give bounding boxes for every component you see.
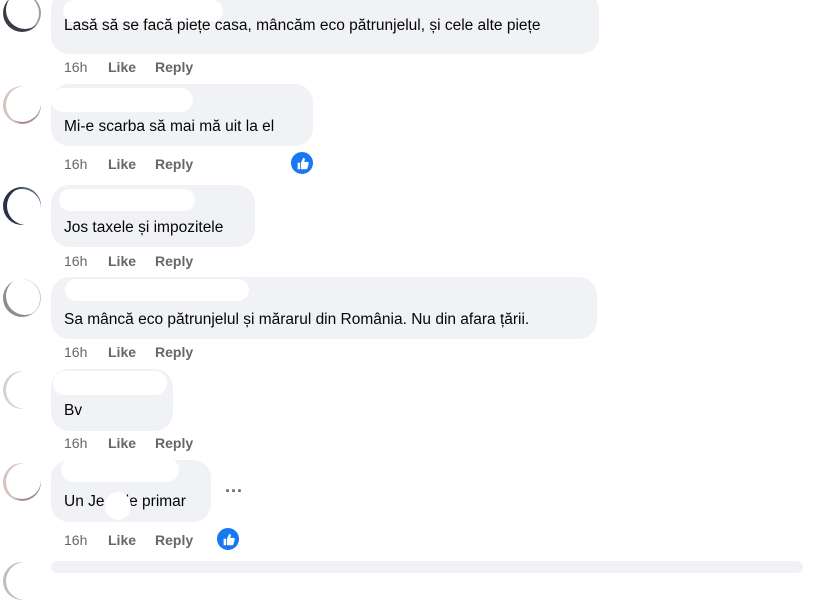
redacted-blot xyxy=(105,492,131,520)
comment-actions: 16h Like Reply xyxy=(64,435,193,451)
comment-bubble: Jos taxele și impozitele xyxy=(51,185,255,247)
reply-button[interactable]: Reply xyxy=(155,344,193,360)
comment-bubble xyxy=(51,561,803,573)
like-button[interactable]: Like xyxy=(108,253,155,269)
reply-button[interactable]: Reply xyxy=(155,59,193,75)
comment-bubble: Sa mâncă eco pătrunjelul și mărarul din … xyxy=(51,277,597,339)
comment-text: Mi-e scarba să mai mă uit la el xyxy=(64,118,275,135)
redacted-name xyxy=(61,458,179,482)
redacted-name xyxy=(65,279,249,301)
like-reaction-icon[interactable] xyxy=(290,151,314,175)
comment-actions: 16h Like Reply xyxy=(64,532,193,548)
like-button[interactable]: Like xyxy=(108,59,155,75)
avatar[interactable] xyxy=(3,371,41,409)
comment-bubble: Lasă să se facă piețe casa, mâncăm eco p… xyxy=(51,0,599,54)
redacted-name xyxy=(51,88,193,112)
comment-text: Jos taxele și impozitele xyxy=(64,219,224,236)
comment-actions: 16h Like Reply xyxy=(64,59,193,75)
comment-bubble: Mi-e scarba să mai mă uit la el xyxy=(51,84,313,146)
comment-bubble: Bv xyxy=(51,369,173,431)
comment-text: Sa mâncă eco pătrunjelul și mărarul din … xyxy=(64,311,530,328)
avatar[interactable] xyxy=(3,562,41,600)
avatar[interactable] xyxy=(3,86,41,124)
avatar[interactable] xyxy=(3,187,41,225)
timestamp[interactable]: 16h xyxy=(64,532,108,548)
thumbs-up-icon xyxy=(297,157,309,169)
timestamp[interactable]: 16h xyxy=(64,253,108,269)
redacted-name xyxy=(59,189,195,211)
comment-actions: 16h Like Reply xyxy=(64,156,193,172)
comment-text: Lasă să se facă piețe casa, mâncăm eco p… xyxy=(64,17,541,34)
redacted-name xyxy=(53,371,167,395)
reply-button[interactable]: Reply xyxy=(155,156,193,172)
comment-text-part: Un Je xyxy=(64,493,105,510)
thumbs-up-icon xyxy=(223,533,235,545)
like-button[interactable]: Like xyxy=(108,435,155,451)
timestamp[interactable]: 16h xyxy=(64,59,108,75)
timestamp[interactable]: 16h xyxy=(64,344,108,360)
avatar[interactable] xyxy=(3,279,41,317)
more-options-icon[interactable]: ... xyxy=(225,476,243,497)
like-button[interactable]: Like xyxy=(108,344,155,360)
reply-button[interactable]: Reply xyxy=(155,435,193,451)
timestamp[interactable]: 16h xyxy=(64,156,108,172)
comment-bubble: Un Je de primar xyxy=(51,458,211,522)
reply-button[interactable]: Reply xyxy=(155,532,193,548)
like-button[interactable]: Like xyxy=(108,156,155,172)
avatar[interactable] xyxy=(3,463,41,501)
like-reaction-icon[interactable] xyxy=(216,527,240,551)
comment-actions: 16h Like Reply xyxy=(64,253,193,269)
like-button[interactable]: Like xyxy=(108,532,155,548)
reply-button[interactable]: Reply xyxy=(155,253,193,269)
comment-text: Bv xyxy=(64,402,83,419)
comment-actions: 16h Like Reply xyxy=(64,344,193,360)
avatar[interactable] xyxy=(3,0,41,32)
timestamp[interactable]: 16h xyxy=(64,435,108,451)
